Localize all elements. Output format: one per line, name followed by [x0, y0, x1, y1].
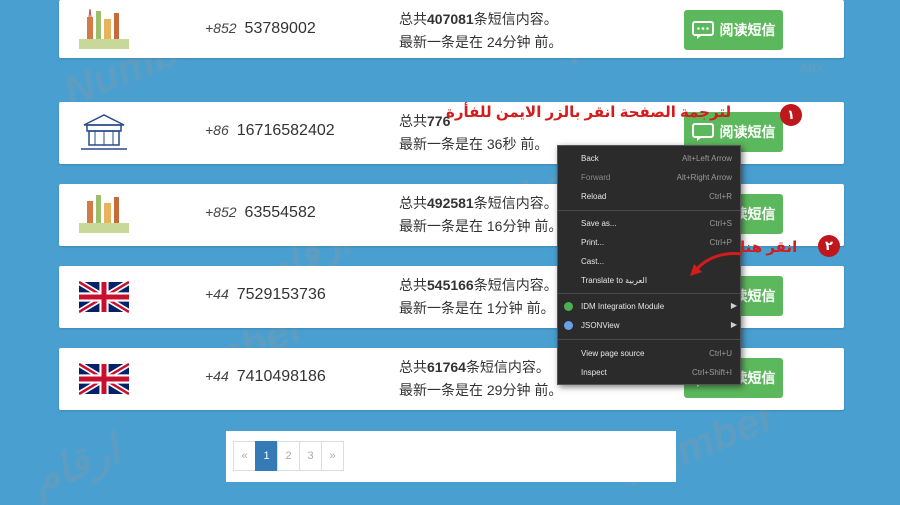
uk-flag-icon	[79, 279, 129, 315]
sms-summary: 总共61764条短信内容。 最新一条是在 29分钟 前。	[399, 356, 562, 402]
pagination-card: « 1 2 3 »	[226, 431, 676, 482]
menu-shortcut: Alt+Right Arrow	[676, 173, 732, 182]
menu-item-forward[interactable]: Forward Alt+Right Arrow	[558, 170, 740, 186]
sms-summary: 总共545166条短信内容。 最新一条是在 1分钟 前。	[399, 274, 558, 320]
menu-label: Back	[581, 154, 599, 163]
menu-label: Print...	[581, 238, 605, 247]
menu-label: Forward	[581, 173, 611, 182]
sms-prefix: 总共	[399, 359, 427, 375]
read-sms-button[interactable]: 阅读短信	[684, 10, 783, 50]
chat-icon	[691, 123, 714, 141]
country-code: +86	[205, 122, 229, 138]
menu-item-reload[interactable]: Reload Ctrl+R	[558, 189, 740, 205]
phone-number: +852 63554582	[205, 204, 316, 222]
sms-suffix: 条短信内容。	[473, 11, 558, 27]
menu-item-view-source[interactable]: View page source Ctrl+U	[558, 346, 740, 362]
latest-message: 最新一条是在 36秒 前。	[399, 136, 549, 152]
menu-item-save-as[interactable]: Save as... Ctrl+S	[558, 216, 740, 232]
latest-message: 最新一条是在 29分钟 前。	[399, 382, 563, 398]
page-next-button[interactable]: »	[321, 441, 344, 471]
phone-number: +44 7529153736	[205, 286, 326, 304]
number-value: 16716582402	[236, 122, 335, 139]
annotation-step1-text: لترجمة الصفحة انقر بالزر الايمن للفأرة	[446, 104, 732, 121]
hk-icon	[79, 195, 129, 233]
country-code: +852	[205, 204, 237, 220]
sms-suffix: 条短信内容。	[473, 195, 558, 211]
submenu-arrow-icon: ▶	[730, 320, 737, 329]
menu-shortcut: Ctrl+S	[709, 219, 732, 228]
number-card: +852 53789002 总共407081条短信内容。 最新一条是在 24分钟 …	[59, 0, 844, 58]
menu-shortcut: Ctrl+Shift+I	[691, 368, 732, 377]
sms-prefix: 总共	[399, 195, 427, 211]
idm-icon	[564, 302, 573, 311]
sms-count: 61764	[427, 359, 466, 375]
number-value: 63554582	[244, 204, 316, 221]
annotation-arrow-icon	[690, 252, 743, 276]
menu-label: Reload	[581, 192, 607, 201]
number-value: 7529153736	[236, 286, 326, 303]
jsonview-icon	[564, 321, 573, 330]
menu-separator	[558, 293, 740, 294]
read-sms-label: 阅读短信	[719, 22, 776, 38]
submenu-arrow-icon: ▶	[730, 301, 737, 310]
menu-label: Inspect	[581, 368, 607, 377]
phone-number: +852 53789002	[205, 20, 316, 38]
china-icon	[81, 114, 127, 150]
sms-count: 545166	[427, 277, 474, 293]
menu-label: Cast...	[581, 257, 605, 266]
page-button-2[interactable]: 2	[277, 441, 300, 471]
menu-label: IDM Integration Module	[581, 302, 665, 311]
country-code: +44	[205, 368, 229, 384]
menu-label: Save as...	[581, 219, 617, 228]
number-value: 53789002	[244, 20, 316, 37]
chat-icon	[691, 21, 714, 39]
menu-shortcut: Ctrl+U	[709, 349, 732, 358]
sms-summary: 总共492581条短信内容。 最新一条是在 16分钟 前。	[399, 192, 562, 238]
sms-prefix: 总共	[399, 277, 427, 293]
uk-flag-icon	[79, 361, 129, 397]
pagination: « 1 2 3 »	[233, 441, 344, 471]
sms-prefix: 总共	[399, 11, 427, 27]
menu-shortcut: Ctrl+R	[709, 192, 732, 201]
menu-item-idm[interactable]: IDM Integration Module ▶	[558, 299, 740, 315]
menu-shortcut: Ctrl+P	[709, 238, 732, 247]
phone-number: +44 7410498186	[205, 368, 326, 386]
page-button-3[interactable]: 3	[299, 441, 322, 471]
annotation-step1-badge: ١	[780, 104, 802, 126]
latest-message: 最新一条是在 24分钟 前。	[399, 34, 563, 50]
sms-prefix: 总共	[399, 113, 427, 129]
sms-suffix: 条短信内容。	[473, 277, 558, 293]
sms-summary: 总共407081条短信内容。 最新一条是在 24分钟 前。	[399, 8, 562, 54]
sms-count: 492581	[427, 195, 474, 211]
number-value: 7410498186	[236, 368, 326, 385]
menu-label: Translate to العربية	[581, 276, 648, 285]
sms-suffix: 条短信内容。	[465, 359, 550, 375]
page-prev-button[interactable]: «	[233, 441, 256, 471]
hk-icon	[79, 9, 129, 49]
menu-label: JSONView	[581, 321, 620, 330]
watermark-text: MIX	[800, 60, 825, 76]
annotation-step2-badge: ٢	[818, 235, 840, 257]
country-code: +852	[205, 20, 237, 36]
phone-number: +86 16716582402	[205, 122, 335, 140]
annotation-step2-text: انقر هنا	[740, 239, 798, 256]
latest-message: 最新一条是在 16分钟 前。	[399, 218, 563, 234]
menu-shortcut: Alt+Left Arrow	[681, 154, 732, 163]
menu-label: View page source	[581, 349, 645, 358]
menu-item-inspect[interactable]: Inspect Ctrl+Shift+I	[558, 365, 740, 381]
watermark-text: ارقام	[24, 425, 127, 504]
sms-count: 407081	[427, 11, 474, 27]
read-sms-label: 阅读短信	[719, 124, 776, 140]
menu-item-jsonview[interactable]: JSONView ▶	[558, 318, 740, 334]
page-button-1[interactable]: 1	[255, 441, 278, 471]
menu-item-print[interactable]: Print... Ctrl+P	[558, 235, 740, 251]
menu-separator	[558, 339, 740, 340]
country-code: +44	[205, 286, 229, 302]
menu-item-back[interactable]: Back Alt+Left Arrow	[558, 151, 740, 167]
latest-message: 最新一条是在 1分钟 前。	[399, 300, 555, 316]
menu-separator	[558, 210, 740, 211]
